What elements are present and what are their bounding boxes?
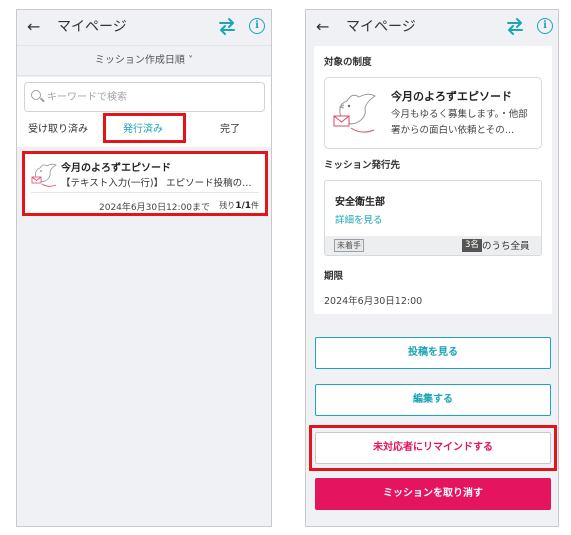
- view-posts-button[interactable]: 投稿を見る: [315, 337, 551, 369]
- status-badge: 未着手: [334, 239, 364, 252]
- tab-completed[interactable]: 完了: [220, 120, 240, 140]
- page-title: マイページ: [57, 19, 127, 35]
- mission-deadline: 2024年6月30日12:00まで: [99, 203, 211, 213]
- divider: [31, 192, 259, 193]
- swap-arrows-icon[interactable]: [504, 15, 526, 37]
- right-screen: ← マイページ i 対象の制度 今月のよろずエピソード 今月もゆるく募集します。…: [305, 9, 559, 527]
- sort-dropdown[interactable]: ミッション作成日順 ˅: [17, 46, 271, 76]
- search-input[interactable]: [47, 89, 257, 105]
- mission-card[interactable]: 今月のよろずエピソード 【テキスト入力(一行)】 エピソード投稿の… 2024年…: [22, 151, 268, 216]
- section-destination: ミッション発行先: [324, 160, 401, 171]
- info-icon[interactable]: i: [537, 18, 553, 34]
- remaining-count: 残り1/1件: [219, 201, 259, 211]
- mission-description: 今月もゆるく募集します。・他部署からの面白い依頼とその…: [391, 109, 528, 136]
- deadline-value: 2024年6月30日12:00: [324, 296, 423, 307]
- tab-received[interactable]: 受け取り済み: [28, 120, 88, 140]
- section-deadline: 期限: [324, 271, 344, 282]
- member-count-suffix: のうち全員: [482, 241, 530, 252]
- header: ← マイページ i: [17, 10, 271, 46]
- destination-status-bar: 未着手 3名 のうち全員: [325, 236, 541, 255]
- mission-title: 今月のよろずエピソード: [391, 90, 512, 103]
- back-arrow-icon[interactable]: ←: [316, 16, 329, 38]
- cancel-mission-button[interactable]: ミッションを取り消す: [315, 478, 551, 510]
- header: ← マイページ i: [306, 10, 558, 46]
- bird-letter-icon: [31, 163, 57, 187]
- page-title: マイページ: [346, 19, 416, 35]
- back-arrow-icon[interactable]: ←: [27, 16, 40, 38]
- left-screen: ← マイページ i ミッション作成日順 ˅ 受け取り済み 発行済み 完了 今月の…: [16, 9, 272, 527]
- edit-button[interactable]: 編集する: [315, 384, 551, 416]
- remind-button[interactable]: 未対応者にリマインドする: [315, 432, 551, 464]
- destination-card: 安全衛生部 詳細を見る 未着手 3名 のうち全員: [324, 180, 542, 256]
- swap-arrows-icon[interactable]: [216, 15, 238, 37]
- bird-letter-icon: [333, 93, 376, 133]
- mission-title: 今月のよろずエピソード: [61, 163, 171, 174]
- member-count: 3名: [462, 239, 482, 252]
- info-icon[interactable]: i: [249, 18, 265, 34]
- mission-card[interactable]: 今月のよろずエピソード 今月もゆるく募集します。・他部署からの面白い依頼とその…: [324, 77, 542, 149]
- details-link[interactable]: 詳細を見る: [335, 212, 383, 226]
- highlight-box-tab: [103, 113, 186, 143]
- mission-subtitle: 【テキスト入力(一行)】 エピソード投稿の…: [61, 178, 252, 189]
- section-target-system: 対象の制度: [324, 57, 372, 68]
- search-icon: [31, 90, 41, 100]
- search-box[interactable]: [24, 82, 265, 112]
- department-name: 安全衛生部: [335, 197, 385, 208]
